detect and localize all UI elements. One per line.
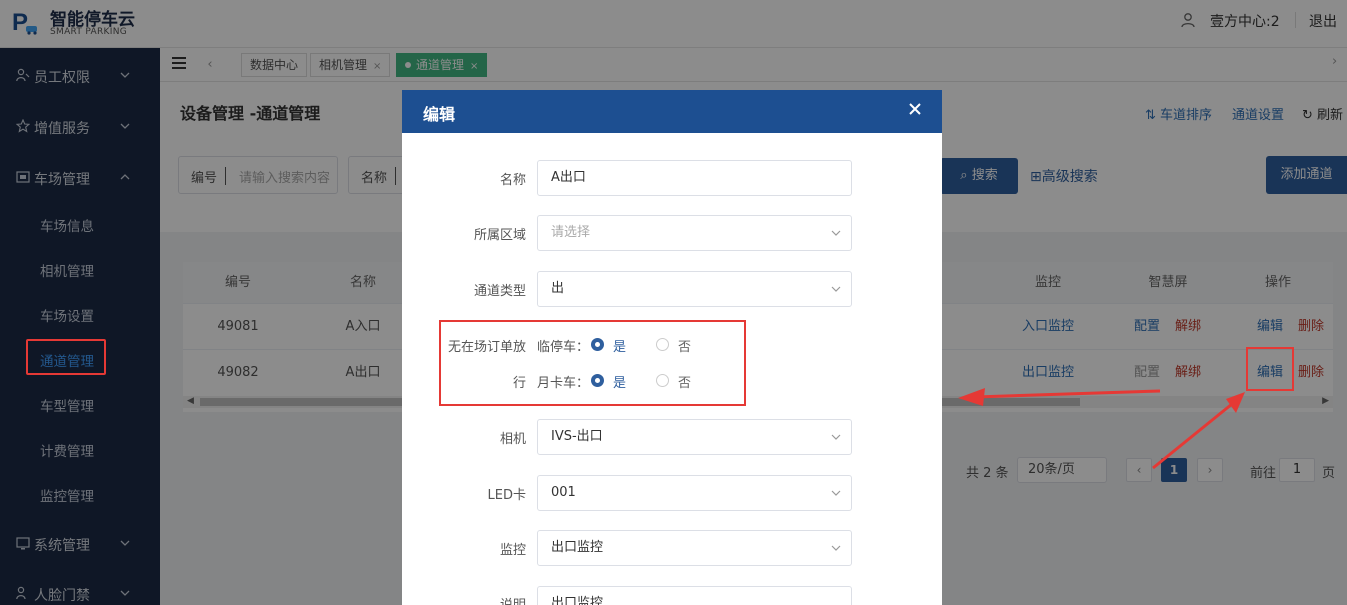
- chevron-down-icon: [831, 545, 841, 551]
- chevron-down-icon: [831, 286, 841, 292]
- description-input[interactable]: 出口监控: [537, 586, 852, 605]
- chevron-down-icon: [831, 230, 841, 236]
- chevron-down-icon: [831, 434, 841, 440]
- lane-type-select[interactable]: 出: [537, 271, 852, 307]
- area-label: 所属区域: [473, 228, 526, 243]
- led-card-value: 001: [551, 485, 576, 500]
- camera-value: IVS-出口: [551, 429, 603, 444]
- area-select[interactable]: 请选择: [537, 215, 852, 251]
- led-card-label: LED卡: [487, 488, 526, 503]
- lane-type-label: 通道类型: [473, 284, 526, 299]
- dialog-title: 编辑: [423, 105, 456, 124]
- camera-select[interactable]: IVS-出口: [537, 419, 852, 455]
- highlight-box-edit: [1246, 347, 1294, 391]
- led-card-select[interactable]: 001: [537, 475, 852, 511]
- area-placeholder: 请选择: [551, 225, 591, 240]
- chevron-down-icon: [831, 490, 841, 496]
- close-icon[interactable]: [907, 101, 923, 117]
- monitor-value: 出口监控: [551, 540, 604, 555]
- camera-label: 相机: [499, 432, 526, 447]
- monitor-label: 监控: [499, 543, 526, 558]
- dialog-header: 编辑: [402, 90, 942, 133]
- highlight-box-sidebar: [26, 339, 106, 375]
- name-input[interactable]: A出口: [537, 160, 852, 196]
- monitor-select[interactable]: 出口监控: [537, 530, 852, 566]
- name-label: 名称: [499, 173, 526, 188]
- description-label: 说明: [402, 594, 526, 605]
- lane-type-value: 出: [551, 281, 565, 296]
- highlight-box-release-option: [439, 320, 746, 406]
